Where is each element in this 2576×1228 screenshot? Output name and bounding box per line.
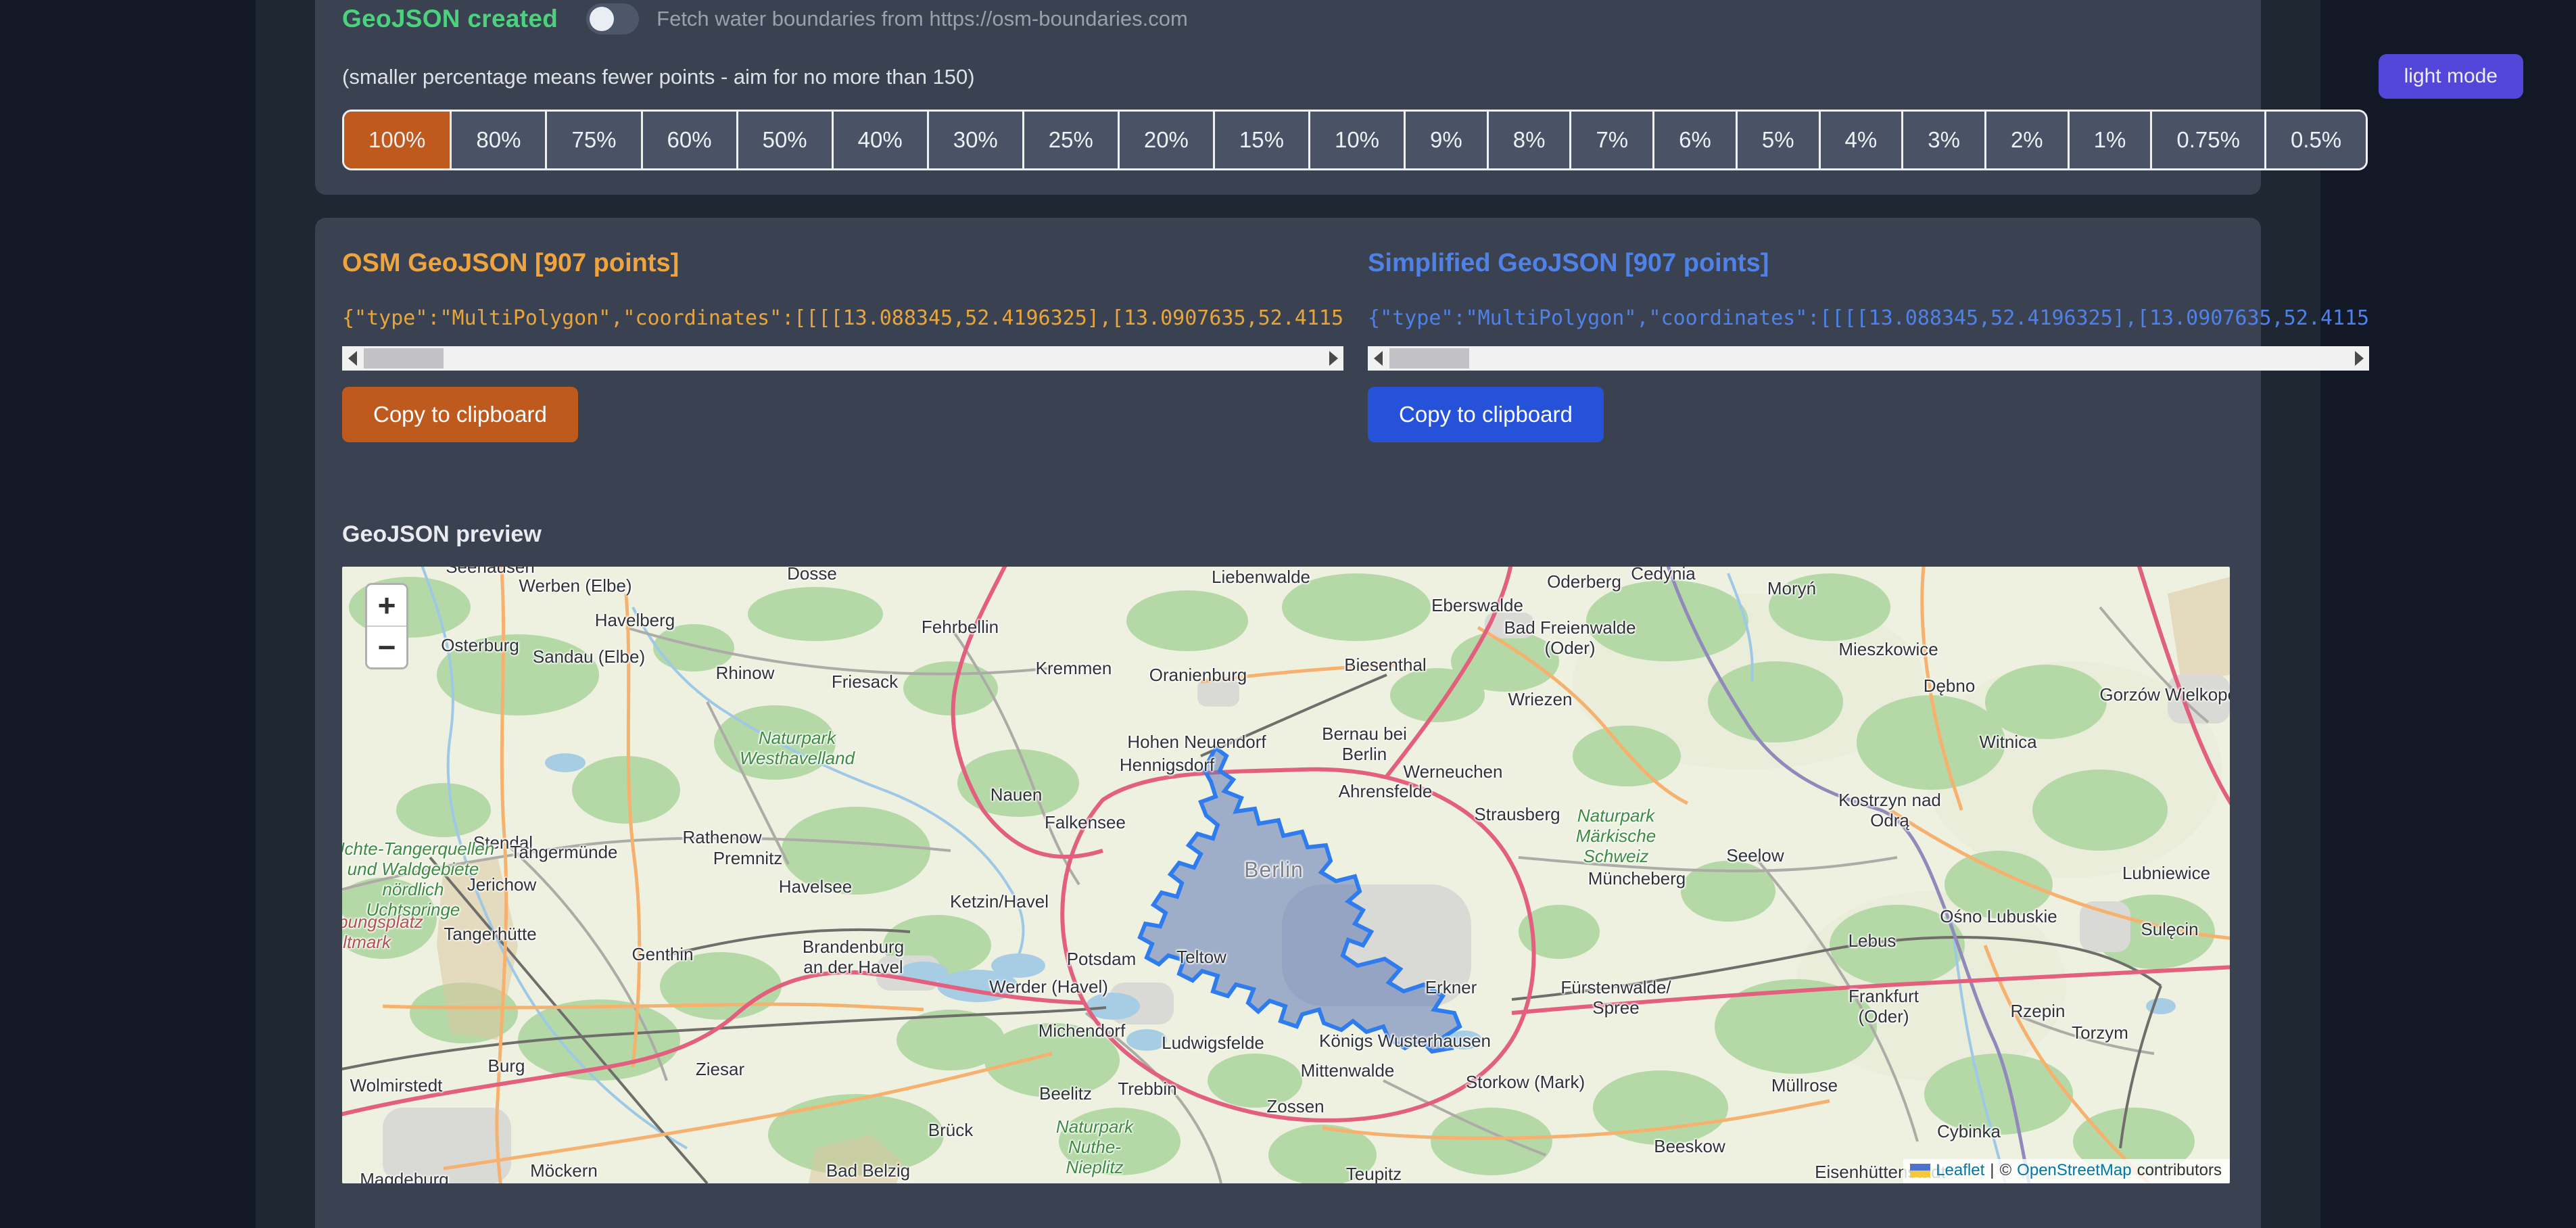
- osm-geojson-text: {"type":"MultiPolygon","coordinates":[[[…: [342, 306, 1343, 331]
- scrollbar-track[interactable]: [362, 346, 1323, 371]
- attribution-separator: |: [1990, 1161, 1994, 1180]
- scrollbar-thumb[interactable]: [1389, 348, 1469, 369]
- osm-json-horizontal-scrollbar[interactable]: [342, 346, 1343, 371]
- percent-option-60[interactable]: 60%: [643, 112, 738, 168]
- contributors-text: contributors: [2137, 1161, 2222, 1180]
- percent-option-100[interactable]: 100%: [344, 112, 452, 168]
- percent-option-25[interactable]: 25%: [1024, 112, 1120, 168]
- app-column: GeoJSON created Fetch water boundaries f…: [256, 0, 2320, 1228]
- openstreetmap-link[interactable]: OpenStreetMap: [2017, 1161, 2131, 1180]
- scroll-left-arrow-icon[interactable]: [342, 346, 362, 371]
- simplified-geojson-column: Simplified GeoJSON [907 points] {"type":…: [1368, 247, 2369, 442]
- geojson-preview-heading: GeoJSON preview: [342, 521, 2234, 548]
- percent-option-1[interactable]: 1%: [2070, 112, 2153, 168]
- simplify-percent-button-group: 100%80%75%60%50%40%30%25%20%15%10%9%8%7%…: [342, 110, 2368, 170]
- water-boundaries-toggle[interactable]: [586, 3, 639, 34]
- percent-option-6[interactable]: 6%: [1654, 112, 1738, 168]
- copy-simplified-geojson-button[interactable]: Copy to clipboard: [1368, 387, 1604, 442]
- scrollbar-thumb[interactable]: [364, 348, 444, 369]
- copy-osm-geojson-button[interactable]: Copy to clipboard: [342, 387, 578, 442]
- map-zoom-control: + −: [365, 583, 408, 669]
- ukraine-flag-icon: [1910, 1164, 1930, 1177]
- status-row: GeoJSON created Fetch water boundaries f…: [342, 3, 2234, 35]
- scrollbar-track[interactable]: [1388, 346, 2349, 371]
- percent-option-50[interactable]: 50%: [738, 112, 834, 168]
- leaflet-link[interactable]: Leaflet: [1936, 1161, 1984, 1180]
- scroll-left-arrow-icon[interactable]: [1368, 346, 1388, 371]
- percent-option-40[interactable]: 40%: [834, 112, 929, 168]
- results-grid: OSM GeoJSON [907 points] {"type":"MultiP…: [342, 247, 2234, 442]
- osm-geojson-title: OSM GeoJSON [907 points]: [342, 247, 1343, 279]
- simplified-json-horizontal-scrollbar[interactable]: [1368, 346, 2369, 371]
- percent-option-3[interactable]: 3%: [1903, 112, 1986, 168]
- percent-option-5[interactable]: 5%: [1738, 112, 1821, 168]
- osm-geojson-column: OSM GeoJSON [907 points] {"type":"MultiP…: [342, 247, 1343, 442]
- scroll-right-arrow-icon[interactable]: [1323, 346, 1343, 371]
- results-card: OSM GeoJSON [907 points] {"type":"MultiP…: [315, 218, 2261, 1228]
- scroll-right-arrow-icon[interactable]: [2349, 346, 2369, 371]
- percent-option-15[interactable]: 15%: [1215, 112, 1310, 168]
- settings-card: GeoJSON created Fetch water boundaries f…: [315, 0, 2261, 195]
- percent-option-2[interactable]: 2%: [1986, 112, 2070, 168]
- zoom-out-button[interactable]: −: [367, 627, 406, 667]
- percent-option-7[interactable]: 7%: [1571, 112, 1654, 168]
- percent-option-4[interactable]: 4%: [1821, 112, 1904, 168]
- water-boundaries-toggle-label: Fetch water boundaries from https://osm-…: [657, 7, 1188, 31]
- leaflet-map[interactable]: SeehausenWerben (Elbe)DosseLiebenwaldeOd…: [342, 567, 2230, 1183]
- percentage-note: (smaller percentage means fewer points -…: [342, 65, 2234, 89]
- percent-option-9[interactable]: 9%: [1406, 112, 1489, 168]
- map-tiles-graphic: [342, 567, 2230, 1183]
- light-mode-toggle-button[interactable]: light mode: [2379, 54, 2523, 99]
- percent-option-75[interactable]: 75%: [547, 112, 642, 168]
- percent-option-20[interactable]: 20%: [1120, 112, 1215, 168]
- percent-option-30[interactable]: 30%: [929, 112, 1024, 168]
- copyright-symbol: ©: [1999, 1161, 2011, 1180]
- percent-option-8[interactable]: 8%: [1489, 112, 1572, 168]
- percent-option-0_5[interactable]: 0.5%: [2266, 112, 2366, 168]
- percent-option-80[interactable]: 80%: [452, 112, 547, 168]
- toggle-knob-icon: [590, 7, 614, 31]
- zoom-in-button[interactable]: +: [367, 585, 406, 625]
- simplified-geojson-text: {"type":"MultiPolygon","coordinates":[[[…: [1368, 306, 2369, 331]
- percent-option-10[interactable]: 10%: [1310, 112, 1406, 168]
- simplified-geojson-title: Simplified GeoJSON [907 points]: [1368, 247, 2369, 279]
- map-attribution: Leaflet | © OpenStreetMap contributors: [1903, 1159, 2230, 1183]
- percent-option-0_75[interactable]: 0.75%: [2152, 112, 2266, 168]
- geojson-created-status: GeoJSON created: [342, 5, 558, 33]
